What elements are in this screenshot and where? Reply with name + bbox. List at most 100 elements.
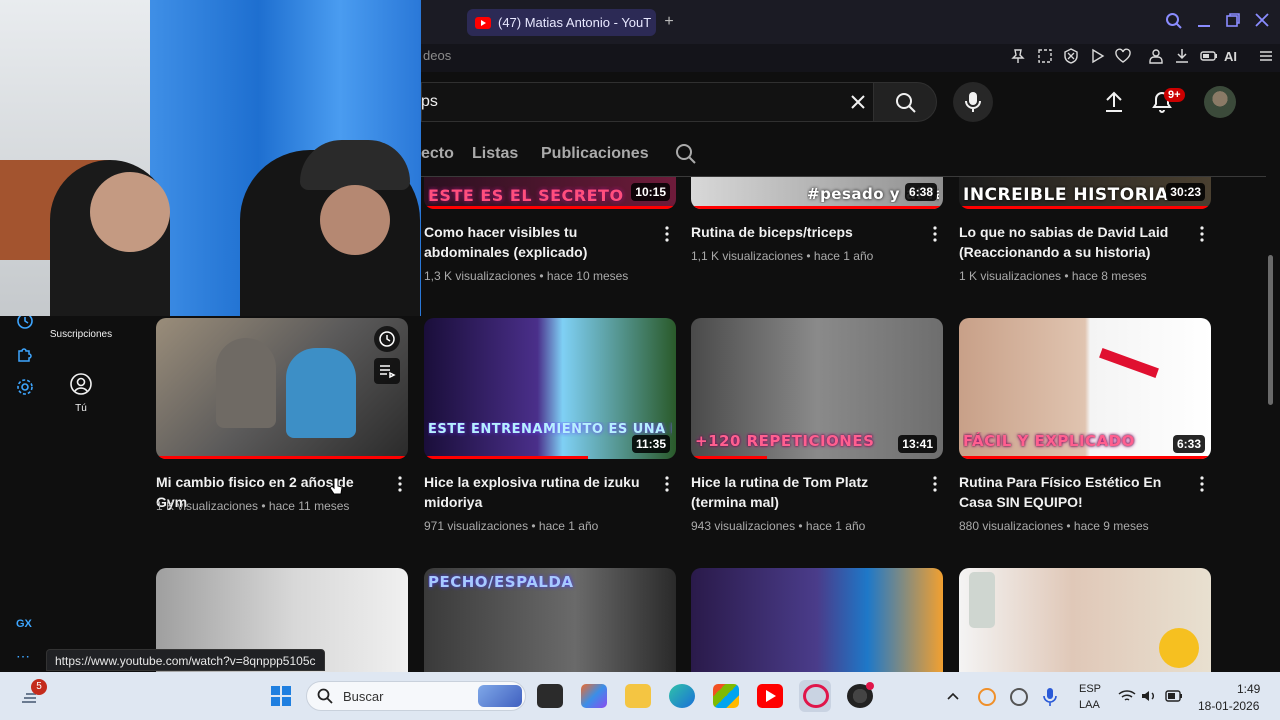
- thumbnail-figure: [286, 348, 356, 438]
- ai-label[interactable]: AI: [1224, 49, 1237, 64]
- clear-search-icon[interactable]: [848, 92, 868, 112]
- clock-time[interactable]: 1:49: [1237, 682, 1260, 696]
- battery-icon[interactable]: [1165, 690, 1183, 702]
- page-scrollbar[interactable]: [1268, 255, 1273, 405]
- you-icon[interactable]: [70, 373, 92, 395]
- video-thumbnail[interactable]: [691, 568, 943, 672]
- sleepy-emoji-shape: [1159, 628, 1199, 668]
- heart-icon[interactable]: [1115, 48, 1133, 66]
- watch-progress: [691, 206, 943, 209]
- search-tabs-icon[interactable]: [1165, 12, 1185, 32]
- tab-publicaciones[interactable]: Publicaciones: [541, 145, 649, 163]
- address-text[interactable]: deos: [423, 48, 451, 63]
- watch-progress: [156, 456, 408, 459]
- more-options-icon[interactable]: [664, 476, 670, 492]
- video-thumbnail[interactable]: INCREIBLE HISTORIA 30:23: [959, 177, 1211, 209]
- channel-search-icon[interactable]: [675, 143, 697, 165]
- m365-app-icon[interactable]: [581, 684, 607, 708]
- webcam-overlay: [0, 0, 421, 316]
- search-input-value[interactable]: ps: [421, 93, 438, 111]
- video-title[interactable]: Rutina Para Físico Estético En Casa SIN …: [959, 472, 1179, 512]
- minimize-icon[interactable]: [1196, 12, 1216, 32]
- adblock-icon[interactable]: [1063, 48, 1081, 66]
- clock-date[interactable]: 18-01-2026: [1198, 699, 1259, 713]
- folder-app-icon[interactable]: [625, 684, 651, 708]
- youtube-app-icon[interactable]: [757, 684, 783, 708]
- pin-icon[interactable]: [1010, 48, 1028, 66]
- extensions-icon[interactable]: [16, 345, 36, 365]
- video-meta: 1 K visualizaciones • hace 8 meses: [959, 269, 1147, 283]
- opera-app-icon[interactable]: [803, 684, 829, 708]
- restore-icon[interactable]: [1225, 12, 1245, 32]
- video-title[interactable]: Rutina de biceps/triceps: [691, 222, 911, 242]
- browser-tab[interactable]: (47) Matias Antonio - YouT: [467, 9, 656, 36]
- voice-search-button[interactable]: [953, 82, 993, 122]
- video-title[interactable]: Hice la explosiva rutina de izuku midori…: [424, 472, 644, 512]
- volume-icon[interactable]: [1141, 689, 1157, 703]
- tray-app-icon[interactable]: [978, 688, 996, 706]
- settings-gear-icon[interactable]: [16, 378, 36, 398]
- webcam-face-left: [90, 172, 170, 252]
- video-title[interactable]: Lo que no sabias de David Laid (Reaccion…: [959, 222, 1179, 262]
- close-window-icon[interactable]: [1254, 12, 1274, 32]
- video-meta: 971 visualizaciones • hace 1 año: [424, 519, 599, 533]
- video-thumbnail[interactable]: PECHO/ESPALDA: [424, 568, 676, 672]
- snapshot-icon[interactable]: [1037, 48, 1055, 66]
- battery-saver-icon[interactable]: [1200, 48, 1218, 66]
- more-options-icon[interactable]: [1199, 226, 1205, 242]
- video-thumbnail[interactable]: ESTE ES EL SECRETO 10:15: [424, 177, 676, 209]
- edge-app-icon[interactable]: [669, 684, 695, 708]
- duration-badge: 30:23: [1166, 183, 1205, 201]
- video-meta: 880 visualizaciones • hace 9 meses: [959, 519, 1149, 533]
- chevron-up-icon[interactable]: [946, 689, 960, 703]
- language-indicator[interactable]: ESP: [1079, 683, 1101, 695]
- taskbar-search-placeholder[interactable]: Buscar: [343, 689, 383, 704]
- windows-start-icon[interactable]: [270, 685, 292, 707]
- profile-icon[interactable]: [1148, 48, 1166, 66]
- upload-icon[interactable]: [1102, 90, 1126, 114]
- video-thumbnail[interactable]: #pesado y al fallo 6:38: [691, 177, 943, 209]
- tab-directo[interactable]: ecto: [421, 145, 454, 163]
- keyboard-layout-indicator[interactable]: LAA: [1079, 699, 1100, 711]
- store-app-icon[interactable]: [713, 684, 739, 708]
- more-options-icon[interactable]: [932, 476, 938, 492]
- video-thumbnail[interactable]: [959, 568, 1211, 672]
- can-shape: [969, 572, 995, 628]
- webcam-cap: [300, 140, 410, 190]
- more-options-icon[interactable]: [397, 476, 403, 492]
- watch-later-icon[interactable]: [374, 326, 400, 352]
- tab-listas[interactable]: Listas: [472, 145, 518, 163]
- account-avatar[interactable]: [1204, 86, 1236, 118]
- tray-shield-icon[interactable]: [1010, 688, 1028, 706]
- sidebar-item-you[interactable]: Tú: [66, 403, 96, 414]
- video-thumbnail[interactable]: FÁCIL Y EXPLICADO 6:33: [959, 318, 1211, 459]
- download-icon[interactable]: [1174, 48, 1192, 66]
- add-to-queue-icon[interactable]: [374, 358, 400, 384]
- file-manager-app-icon[interactable]: [537, 684, 563, 708]
- more-options-icon[interactable]: [932, 226, 938, 242]
- sidebar-item-subscriptions[interactable]: Suscripciones: [44, 329, 118, 340]
- video-title[interactable]: Como hacer visibles tu abdominales (expl…: [424, 222, 644, 262]
- wifi-icon[interactable]: [1118, 689, 1136, 703]
- notification-count-badge: 5: [31, 679, 47, 695]
- video-thumbnail[interactable]: [156, 318, 408, 459]
- duration-badge: 10:15: [631, 183, 670, 201]
- player-icon[interactable]: [1089, 48, 1107, 66]
- video-meta: 1,3 K visualizaciones • hace 10 meses: [424, 269, 629, 283]
- video-meta: 1,1 K visualizaciones • hace 1 año: [691, 249, 874, 263]
- search-button[interactable]: [873, 82, 937, 122]
- thumbnail-figure: [216, 338, 276, 428]
- menu-lines-icon[interactable]: [1258, 48, 1276, 66]
- more-dots-icon[interactable]: ⋯: [16, 648, 30, 665]
- microphone-icon: [965, 92, 981, 112]
- gx-label[interactable]: GX: [16, 618, 32, 630]
- video-thumbnail[interactable]: +120 REPETICIONES 13:41: [691, 318, 943, 459]
- video-thumbnail[interactable]: ESTE ENTRENAMIENTO ES UNA LOCURA 11:35: [424, 318, 676, 459]
- new-tab-button[interactable]: +: [660, 13, 678, 31]
- more-options-icon[interactable]: [1199, 476, 1205, 492]
- video-title[interactable]: Hice la rutina de Tom Platz (termina mal…: [691, 472, 911, 512]
- search-input[interactable]: [421, 82, 873, 122]
- duration-badge: 11:35: [631, 435, 670, 453]
- more-options-icon[interactable]: [664, 226, 670, 242]
- microphone-tray-icon[interactable]: [1043, 687, 1057, 707]
